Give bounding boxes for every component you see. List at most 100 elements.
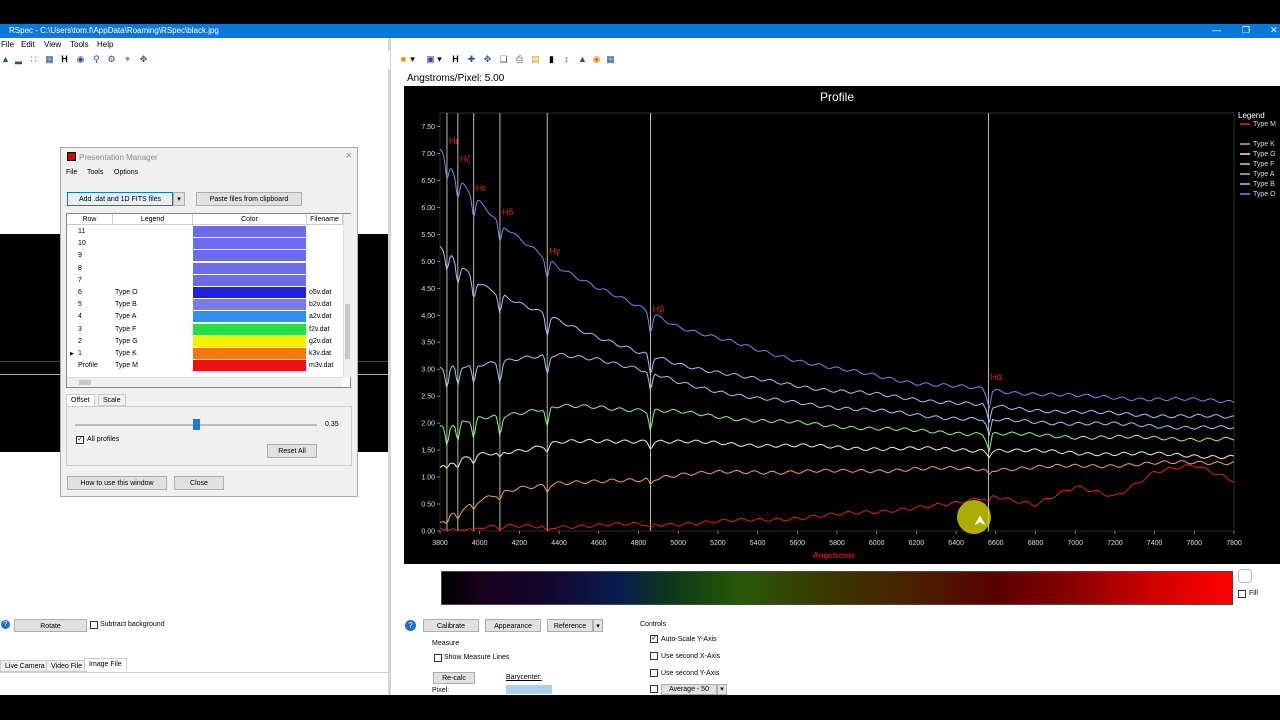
minimize-icon[interactable]: — — [1212, 25, 1221, 35]
settings-icon[interactable] — [1238, 569, 1252, 583]
table-row[interactable]: 2 Type G g2v.dat — [67, 335, 343, 348]
average-dropdown[interactable]: ▾ — [717, 684, 727, 695]
chart-svg[interactable]: Profile 0.00 0.50 1.00 1.50 2.00 2.50 3.00 3.50 4… — [404, 86, 1280, 564]
help-icon[interactable]: ? — [1, 620, 10, 629]
color-swatch[interactable] — [193, 226, 306, 237]
close-icon[interactable]: × — [346, 150, 352, 162]
chevron-down-icon[interactable]: ▾ — [435, 55, 444, 64]
color-swatch[interactable] — [193, 335, 306, 347]
subtract-background-checkbox[interactable] — [90, 621, 98, 629]
how-to-use-button[interactable]: How to use this window — [67, 476, 167, 490]
table-row[interactable]: 6 Type O o5v.dat — [67, 287, 343, 299]
vertical-measure-icon[interactable]: ↕ — [562, 55, 571, 64]
chevron-down-icon[interactable]: ▾ — [408, 55, 417, 64]
pm-menu-options[interactable]: Options — [114, 169, 138, 176]
columns-icon[interactable]: ▮ — [547, 55, 556, 64]
menu-tools[interactable]: Tools — [70, 40, 89, 49]
color-wheel-icon[interactable]: ◉ — [592, 55, 601, 64]
close-icon[interactable]: ✕ — [1270, 25, 1278, 36]
second-x-axis-checkbox[interactable] — [650, 652, 658, 660]
crosshair-plus-icon[interactable]: ✥ — [483, 55, 492, 64]
grid-dots-icon[interactable]: ∷ — [29, 55, 38, 64]
offset-slider-thumb[interactable] — [193, 419, 200, 430]
color-swatch[interactable] — [193, 250, 306, 262]
menu-view[interactable]: View — [44, 40, 61, 49]
color-swatch[interactable] — [193, 348, 306, 359]
copy-icon[interactable]: ❏ — [499, 55, 508, 64]
col-header-legend[interactable]: Legend — [113, 214, 193, 225]
auto-scale-checkbox[interactable]: ✓ — [650, 635, 658, 643]
open-folder-icon[interactable]: ▲ — [1, 55, 10, 64]
second-y-axis-checkbox[interactable] — [650, 669, 658, 677]
zoom-icon[interactable]: ⚲ — [92, 55, 101, 64]
triangle-icon[interactable]: ▲ — [578, 55, 587, 64]
col-header-color[interactable]: Color — [193, 214, 307, 225]
color-swatch[interactable] — [193, 274, 306, 286]
pm-menu-file[interactable]: File — [66, 169, 77, 176]
open-folder-icon[interactable]: ■ — [399, 55, 408, 64]
fill-checkbox[interactable] — [1238, 590, 1246, 598]
recalc-button[interactable]: Re-calc — [433, 672, 475, 684]
table-row[interactable]: 8 — [67, 262, 343, 275]
tab-video-file[interactable]: Video File — [46, 660, 88, 672]
color-swatch[interactable] — [193, 287, 306, 298]
maximize-icon[interactable]: ❐ — [1242, 25, 1250, 36]
table-row[interactable]: 11 — [67, 226, 343, 238]
table-row[interactable]: ▶ 1 Type K k3v.dat — [67, 348, 343, 360]
horizontal-scrollbar[interactable] — [67, 377, 343, 387]
table-row[interactable]: 3 Type F f2v.dat — [67, 323, 343, 336]
color-swatch[interactable] — [193, 262, 306, 274]
menu-file[interactable]: File — [1, 40, 14, 49]
table-row[interactable]: 5 Type B b2v.dat — [67, 299, 343, 311]
print-icon[interactable]: ⎙ — [515, 55, 524, 64]
color-swatch[interactable] — [193, 299, 306, 311]
add-files-button[interactable]: Add .dat and 1D FITS files — [67, 192, 173, 206]
table-row[interactable]: 7 — [67, 274, 343, 287]
reference-button[interactable]: Reference — [547, 619, 593, 632]
help-icon[interactable]: ? — [405, 620, 416, 631]
profiles-grid[interactable]: Row Legend Color Filename 11 10 9 8 7 6 Type O… — [66, 213, 351, 388]
pixel-value-field[interactable] — [506, 685, 552, 694]
all-profiles-checkbox[interactable]: ✓ — [76, 436, 84, 444]
average-checkbox[interactable] — [650, 685, 658, 693]
scrollbar-thumb[interactable] — [345, 304, 350, 359]
reset-all-button[interactable]: Reset All — [267, 444, 317, 458]
table-row[interactable]: Profile Type M m3v.dat — [67, 360, 343, 372]
reference-dropdown[interactable]: ▾ — [593, 619, 603, 632]
color-swatch[interactable] — [193, 323, 306, 335]
spectrum-strip[interactable] — [441, 571, 1233, 605]
grid-icon[interactable]: ▦ — [45, 55, 54, 64]
calibrate-button[interactable]: Calibrate — [423, 619, 479, 632]
gear-icon[interactable]: ⚙ — [107, 55, 116, 64]
color-swatch[interactable] — [193, 360, 306, 372]
vertical-scrollbar[interactable] — [343, 214, 351, 377]
col-header-row[interactable]: Row — [67, 214, 113, 225]
h-icon[interactable]: H — [60, 55, 69, 64]
color-swatch[interactable] — [193, 311, 306, 323]
bar-chart-icon[interactable]: ▂ — [14, 55, 23, 64]
show-measure-lines-checkbox[interactable] — [434, 654, 442, 662]
image-icon[interactable]: ▤ — [531, 55, 540, 64]
add-files-dropdown[interactable]: ▾ — [173, 192, 185, 206]
profile-chart[interactable]: Profile 0.00 0.50 1.00 1.50 2.00 2.50 3.00 3.50 4… — [404, 86, 1280, 564]
menu-help[interactable]: Help — [97, 40, 113, 49]
table-row[interactable]: 9 — [67, 250, 343, 262]
tab-offset[interactable]: Offset — [66, 394, 95, 406]
tab-image-file[interactable]: Image File — [84, 658, 127, 670]
move-icon[interactable]: ✥ — [139, 55, 148, 64]
color-swatch[interactable] — [193, 238, 306, 250]
tab-live-camera[interactable]: Live Camera — [0, 660, 50, 672]
table-row[interactable]: 4 Type A a2v.dat — [67, 311, 343, 323]
scrollbar-thumb[interactable] — [79, 380, 91, 385]
h-icon[interactable]: H — [451, 55, 460, 64]
crosshair-icon[interactable]: ⌖ — [123, 55, 132, 64]
tab-scale[interactable]: Scale — [98, 394, 126, 406]
pm-menu-tools[interactable]: Tools — [87, 169, 103, 176]
chart-settings-icon[interactable]: ▦ — [606, 55, 615, 64]
average-select[interactable]: Average - 50 — [661, 684, 717, 695]
col-header-filename[interactable]: Filename — [307, 214, 343, 225]
appearance-button[interactable]: Appearance — [485, 619, 541, 632]
rotate-button[interactable]: Rotate — [14, 619, 87, 632]
close-button[interactable]: Close — [174, 476, 224, 490]
splitter[interactable] — [388, 38, 391, 695]
